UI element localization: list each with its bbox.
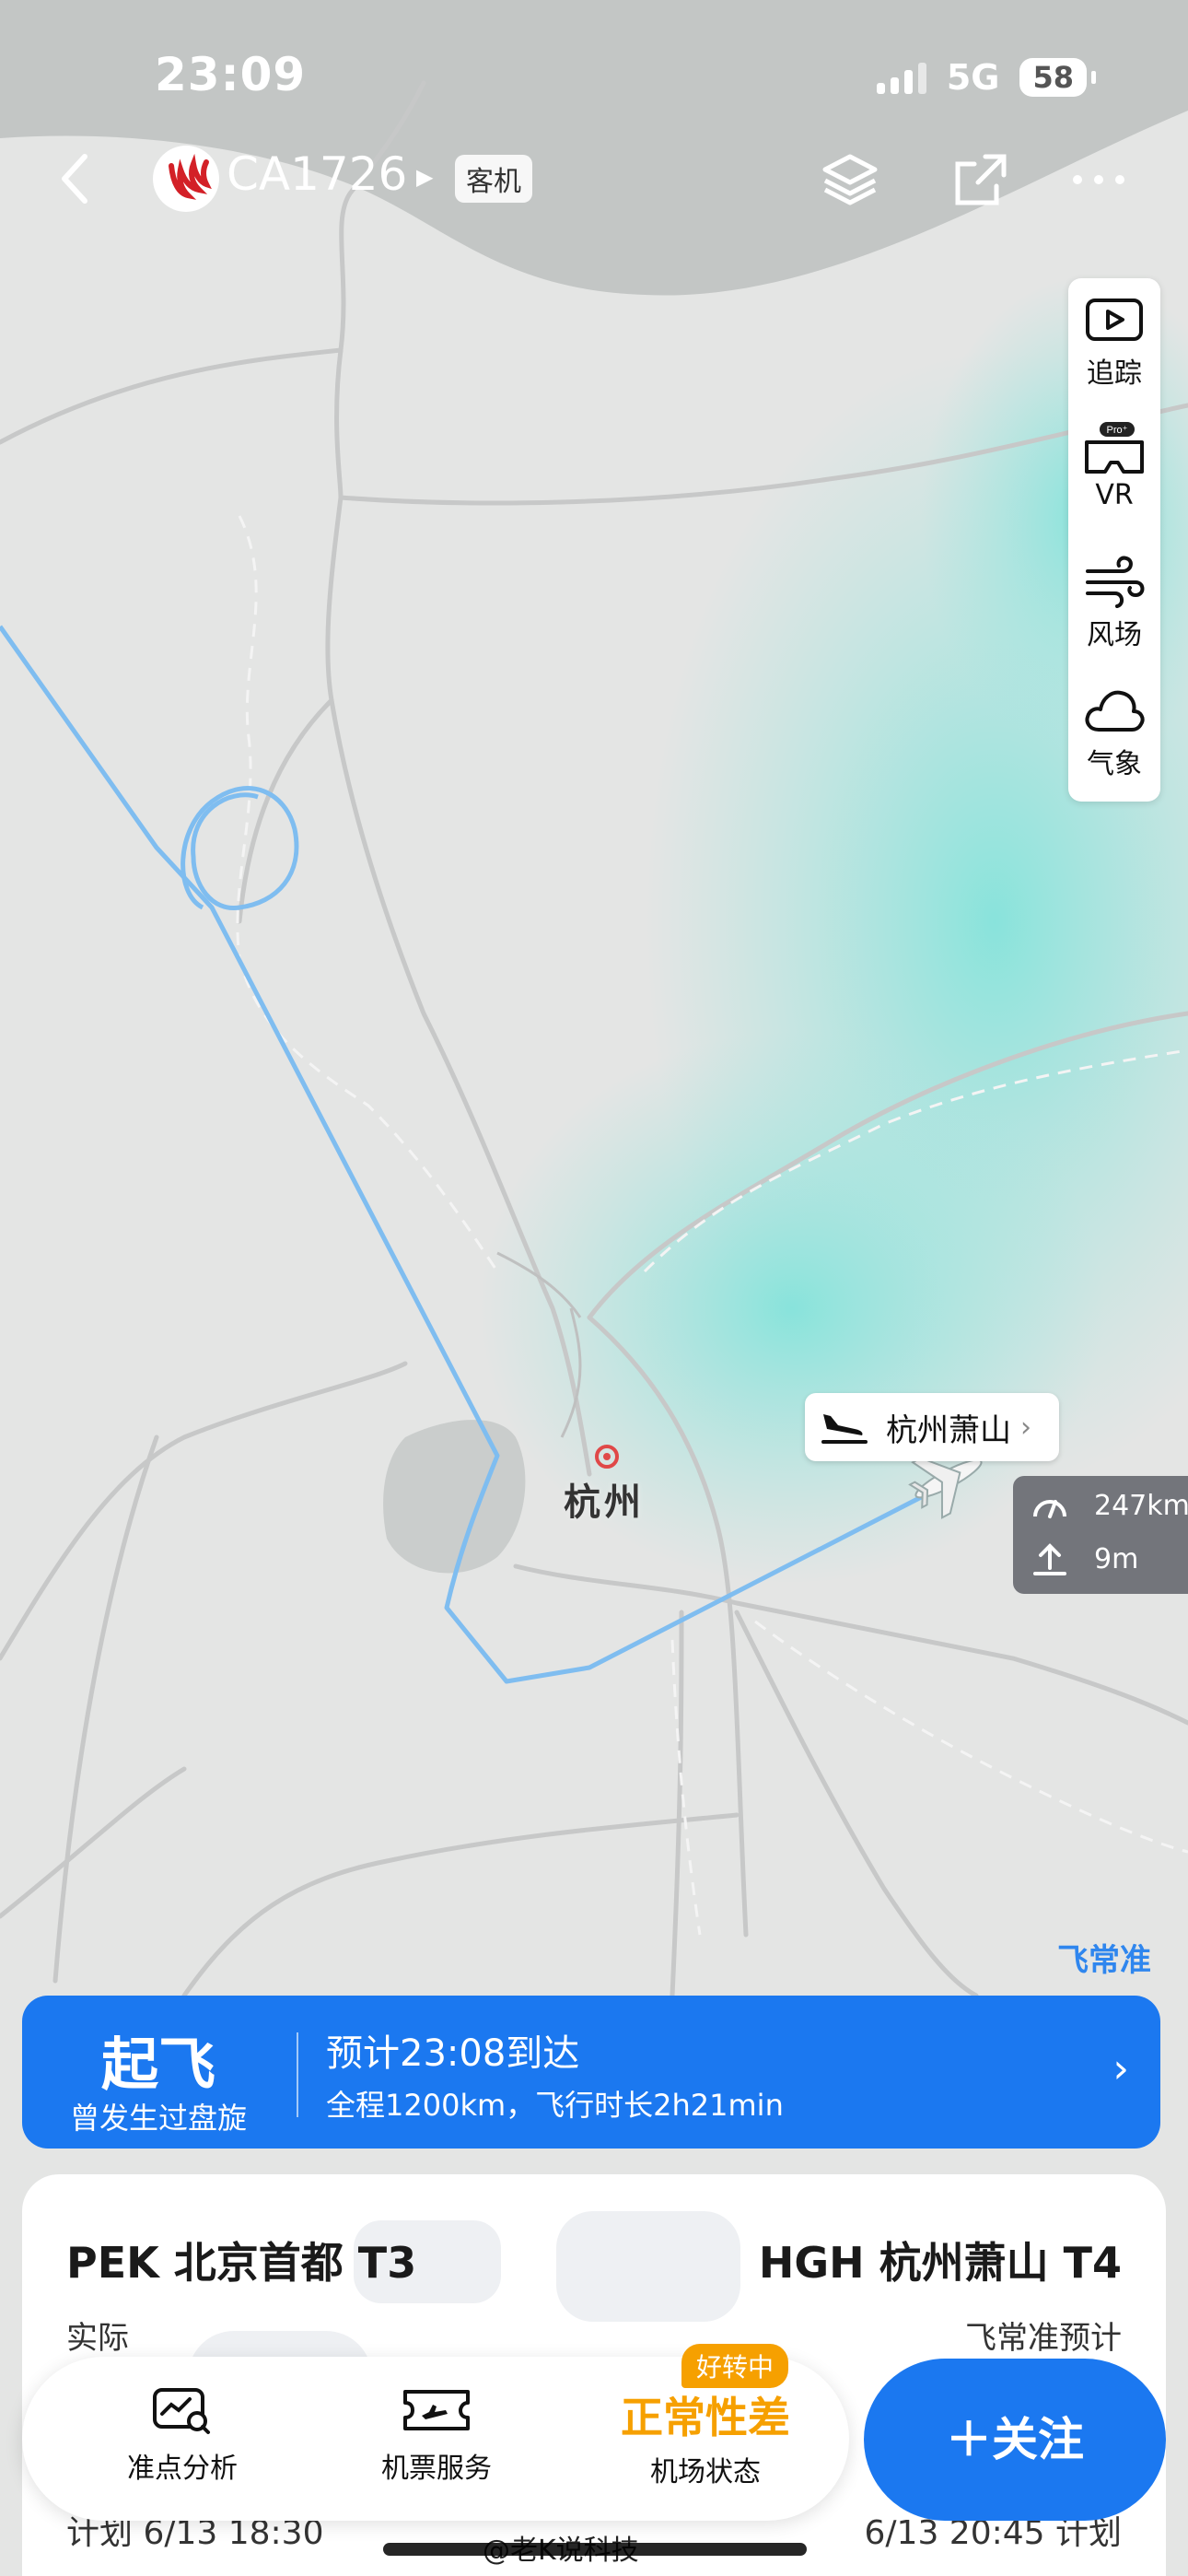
destination-tag[interactable]: 杭州萧山 › bbox=[805, 1393, 1059, 1461]
speedometer-icon bbox=[1033, 1500, 1066, 1518]
home-indicator[interactable] bbox=[383, 2543, 807, 2556]
flight-status-note: 曾发生过盘旋 bbox=[69, 2101, 247, 2136]
ticket-service-button[interactable]: 机票服务 bbox=[317, 2357, 556, 2521]
cloud-icon bbox=[1085, 690, 1145, 732]
track-button[interactable]: 追踪 bbox=[1068, 284, 1160, 404]
eta-text: 预计23:08到达 bbox=[326, 2032, 580, 2075]
status-time: 23:09 bbox=[155, 48, 307, 101]
landing-icon bbox=[821, 1414, 868, 1444]
brand-watermark: 飞常准 bbox=[1057, 1942, 1151, 1979]
vr-headset-icon: Pro⁺ bbox=[1085, 422, 1144, 474]
share-icon[interactable] bbox=[949, 147, 1013, 212]
route-info: 全程1200km，飞行时长2h21min bbox=[326, 2088, 784, 2123]
departure-airport[interactable]: PEK 北京首都 T3 bbox=[66, 2230, 416, 2290]
weather-label: 气象 bbox=[1087, 748, 1142, 780]
chevron-right-icon: › bbox=[1020, 1411, 1031, 1444]
aircraft-type-badge: 客机 bbox=[455, 155, 532, 203]
chevron-right-icon[interactable]: ▶ bbox=[416, 164, 433, 190]
destination-label: 杭州萧山 bbox=[886, 1411, 1011, 1449]
arrival-time-label: 飞常准预计 bbox=[965, 2320, 1122, 2357]
status-indicators: 5G 58 bbox=[876, 57, 1096, 98]
wind-button[interactable]: 风场 bbox=[1068, 545, 1160, 665]
punctuality-analysis-button[interactable]: 准点分析 bbox=[63, 2357, 302, 2521]
flight-header: CA1726 ▶ 客机 bbox=[0, 138, 1188, 221]
vr-button[interactable]: Pro⁺ VR bbox=[1068, 413, 1160, 533]
flight-status: 起飞 bbox=[100, 2031, 215, 2098]
layers-icon[interactable] bbox=[818, 147, 882, 212]
ticket-icon bbox=[403, 2390, 470, 2430]
altitude-row: 9m bbox=[1031, 1540, 1138, 1577]
arrival-airport[interactable]: HGH 杭州萧山 T4 bbox=[759, 2230, 1122, 2290]
more-icon[interactable] bbox=[1066, 147, 1131, 212]
analysis-icon bbox=[153, 2388, 210, 2434]
altitude: 9m bbox=[1094, 1542, 1139, 1575]
tickets-label: 机票服务 bbox=[381, 2453, 492, 2485]
flight-status-card[interactable]: 起飞 曾发生过盘旋 预计23:08到达 全程1200km，飞行时长2h21min… bbox=[22, 1996, 1160, 2149]
flight-number[interactable]: CA1726 bbox=[227, 147, 407, 201]
weather-button[interactable]: 气象 bbox=[1068, 674, 1160, 794]
airport-status-value: 正常性差 bbox=[621, 2393, 790, 2442]
ground-speed: 247km bbox=[1094, 1489, 1188, 1522]
follow-button[interactable]: ＋关注 bbox=[864, 2359, 1166, 2521]
airport-status-label: 机场状态 bbox=[650, 2456, 761, 2488]
track-label: 追踪 bbox=[1087, 357, 1142, 390]
flight-stats-panel: 247km 9m bbox=[1013, 1476, 1188, 1594]
city-label: 杭州 bbox=[564, 1481, 645, 1524]
chevron-right-icon: › bbox=[1112, 2045, 1129, 2092]
network-type: 5G bbox=[946, 57, 1000, 98]
punctuality-label: 准点分析 bbox=[127, 2453, 238, 2485]
departure-time-label: 实际 bbox=[66, 2320, 129, 2357]
signal-icon bbox=[876, 61, 926, 94]
wind-label: 风场 bbox=[1087, 619, 1142, 651]
vr-label: VR bbox=[1095, 479, 1134, 511]
divider bbox=[297, 2032, 298, 2117]
back-arrow-icon[interactable] bbox=[57, 151, 94, 206]
map-tools-panel: 追踪 Pro⁺ VR 风场 气象 bbox=[1068, 278, 1160, 802]
altitude-icon bbox=[1033, 1543, 1066, 1575]
wind-icon bbox=[1086, 556, 1145, 608]
speed-row: 247km bbox=[1031, 1489, 1188, 1522]
battery-level: 58 bbox=[1019, 58, 1096, 97]
improving-badge: 好转中 bbox=[681, 2344, 789, 2388]
airline-logo bbox=[153, 146, 219, 212]
pro-badge: Pro⁺ bbox=[1107, 425, 1128, 436]
video-track-icon bbox=[1086, 299, 1143, 341]
